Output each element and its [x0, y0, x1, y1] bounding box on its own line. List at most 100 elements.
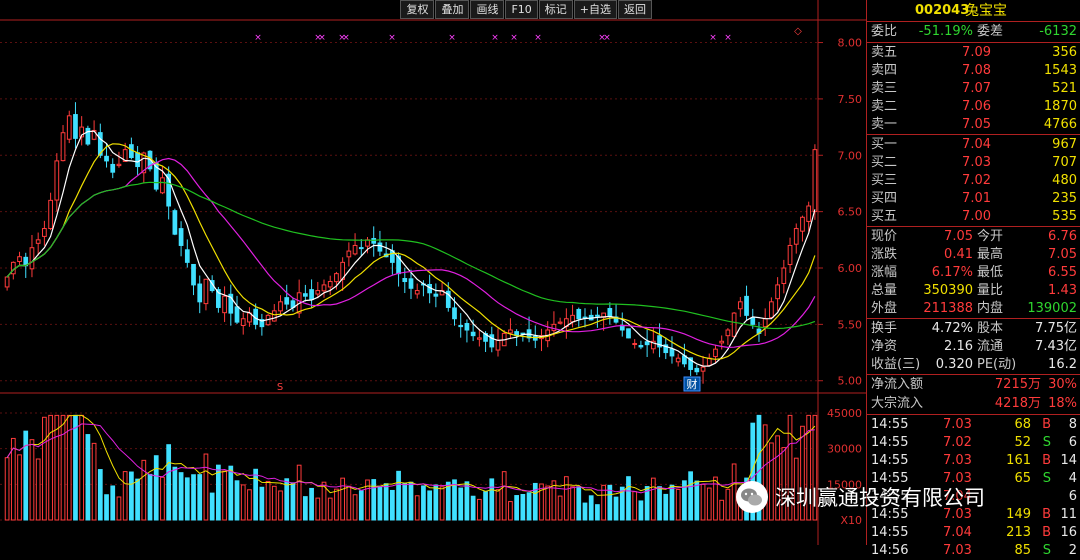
candle-body	[48, 199, 53, 229]
volume-bar	[452, 479, 457, 521]
candle-body	[750, 317, 756, 325]
volume-bar	[582, 502, 588, 521]
ask-label: 卖五	[871, 45, 898, 60]
volume-bar	[476, 498, 482, 521]
overlay-button[interactable]: 叠加	[435, 0, 470, 19]
kline-chart-area[interactable]: 8.00 7.50 7.00 6.50 6.00 5.50 5.00 × × × × × × × × × × × ×…	[0, 0, 866, 545]
candle-body	[725, 329, 731, 337]
candle-body	[4, 276, 10, 288]
volume-bar	[116, 496, 122, 521]
bid-label: 买一	[871, 137, 898, 152]
back-button[interactable]: 返回	[618, 0, 652, 19]
candle-body	[135, 152, 140, 168]
quote-panel: 002043 兔宝宝 委比 -51.19% 委差 -6132 卖五 7.09 356…	[866, 0, 1080, 558]
tick-side: B	[1042, 417, 1051, 432]
tick-count: 6	[1068, 489, 1077, 504]
restore-rights-button[interactable]: 复权	[400, 0, 435, 19]
volume-bar	[675, 488, 681, 521]
tick-count: 14	[1060, 453, 1077, 468]
event-marker: ×	[603, 33, 611, 43]
price-axis-label: 5.50	[838, 318, 863, 331]
candle-body	[508, 329, 513, 334]
ask-volume: 356	[1052, 45, 1077, 60]
volume-bar	[203, 453, 209, 521]
volume-bar	[85, 434, 91, 521]
flow-pct: 30%	[1048, 377, 1077, 392]
f10-button[interactable]: F10	[505, 0, 538, 19]
volume-bar	[470, 495, 476, 521]
volume-bar	[147, 473, 153, 521]
candle-body	[762, 318, 768, 328]
bid-label: 买五	[871, 209, 898, 224]
quote-label: 量比	[977, 283, 1004, 298]
candle-body	[352, 244, 358, 255]
candle-body	[309, 289, 314, 301]
candle-body	[402, 278, 408, 283]
ask-label: 卖一	[871, 117, 898, 132]
add-favorite-button[interactable]: +自选	[573, 0, 617, 19]
candle-body	[414, 290, 420, 295]
volume-bar	[719, 499, 725, 521]
quote-value: 7.05	[944, 229, 973, 244]
price-axis-label: 6.50	[838, 206, 863, 219]
candle-body	[713, 348, 718, 358]
quote-label: 最高	[977, 247, 1004, 262]
candle-body	[769, 301, 774, 318]
volume-bar	[48, 414, 53, 521]
bid-volume: 235	[1052, 191, 1077, 206]
ma20-line	[6, 157, 816, 349]
volume-bar	[613, 496, 619, 521]
kline-chart[interactable]: 8.007.507.006.506.005.505.00× ×× ×× × × × × × ××…	[0, 0, 866, 545]
candle-body	[489, 334, 495, 348]
tick-count: 16	[1060, 525, 1077, 540]
volume-bar	[396, 470, 401, 521]
candle-body	[408, 278, 414, 289]
candle-body	[17, 256, 22, 262]
candle-body	[271, 310, 277, 322]
volume-bar	[352, 494, 358, 521]
volume-bar	[228, 465, 234, 521]
candle-body	[675, 357, 681, 363]
volume-bar	[570, 486, 575, 521]
wechat-icon	[736, 481, 768, 513]
candle-body	[73, 114, 78, 139]
ask-volume: 1870	[1043, 99, 1077, 114]
event-marker: ×	[388, 33, 396, 43]
candle-body	[42, 228, 47, 237]
fundamental-value: 2.16	[944, 339, 973, 354]
volume-axis-label: 30000	[827, 443, 862, 456]
candle-body	[800, 216, 805, 232]
volume-bar	[296, 464, 302, 521]
volume-bar	[650, 477, 656, 521]
candle-body	[303, 293, 308, 297]
volume-bar	[427, 490, 433, 521]
ask-volume: 521	[1052, 81, 1077, 96]
quote-value: 0.41	[944, 247, 973, 262]
volume-bar	[129, 471, 134, 521]
candle-body	[570, 314, 575, 323]
quote-row: 总量 350390 量比 1.43	[867, 282, 1080, 300]
quote-row: 涨幅 6.17% 最低 6.55	[867, 264, 1080, 282]
event-marker: ×	[254, 33, 262, 43]
bid-row: 买一 7.04 967	[867, 136, 1080, 154]
candle-body	[160, 177, 165, 194]
bid-row: 买五 7.00 535	[867, 208, 1080, 226]
quote-label: 总量	[871, 283, 898, 298]
volume-bar	[35, 458, 41, 521]
draw-line-button[interactable]: 画线	[470, 0, 505, 19]
ma60-line	[6, 181, 816, 330]
tick-time: 14:55	[871, 417, 909, 432]
quote-value: 1.43	[1048, 283, 1077, 298]
candle-body	[284, 297, 290, 305]
mark-button[interactable]: 标记	[538, 0, 573, 19]
volume-bar	[247, 489, 252, 521]
volume-bar	[545, 485, 551, 521]
quote-label: 涨跌	[871, 247, 898, 262]
candle-body	[377, 242, 383, 252]
candle-body	[104, 155, 109, 162]
ask-price: 7.08	[962, 63, 991, 78]
quote-row: 涨跌 0.41 最高 7.05	[867, 246, 1080, 264]
bid-price: 7.02	[962, 173, 991, 188]
tick-time: 14:55	[871, 435, 909, 450]
bid-label: 买二	[871, 155, 898, 170]
